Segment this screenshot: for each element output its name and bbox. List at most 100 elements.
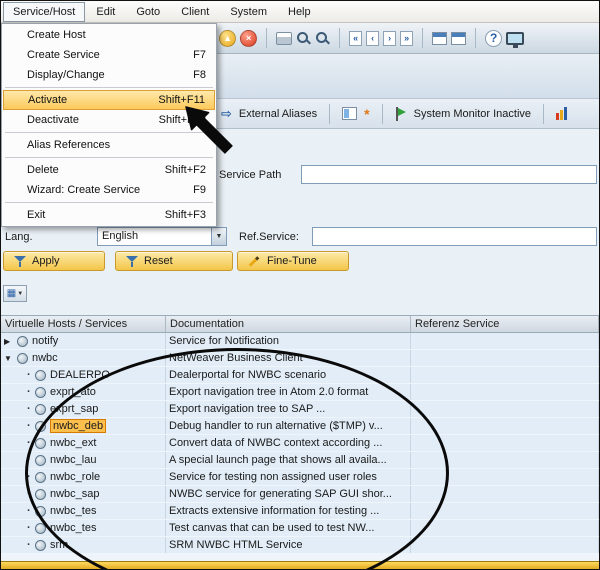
monitor-flag-icon[interactable] <box>395 107 407 121</box>
find-next-icon[interactable] <box>315 31 330 46</box>
print-icon[interactable] <box>276 32 292 45</box>
referenz-service-cell <box>411 418 599 434</box>
menu-item-shortcut: Shift+F11 <box>158 94 205 106</box>
display-board-icon[interactable] <box>342 107 357 120</box>
service-icon <box>17 353 28 364</box>
menu-item-display-change[interactable]: Display/ChangeF8 <box>3 65 215 85</box>
table-row[interactable]: ·DEALERPODealerportal for NWBC scenario <box>1 367 599 384</box>
referenz-service-cell <box>411 350 599 366</box>
menu-item-alias-references[interactable]: Alias References <box>3 135 215 155</box>
menu-item-create-service[interactable]: Create ServiceF7 <box>3 45 215 65</box>
table-row[interactable]: ·nwbc_roleService for testing non assign… <box>1 469 599 486</box>
menu-item-shortcut: Shift+F2 <box>165 164 206 176</box>
window-bottom-strip <box>1 561 599 569</box>
referenz-service-cell <box>411 520 599 536</box>
tree-expanded-icon[interactable]: ▼ <box>4 354 17 363</box>
first-page-icon[interactable]: « <box>349 31 362 46</box>
referenz-service-cell <box>411 537 599 553</box>
service-name[interactable]: nwbc_ext <box>50 437 96 449</box>
column-header-referenz-service[interactable]: Referenz Service <box>411 316 599 332</box>
service-path-input[interactable] <box>301 165 597 184</box>
previous-page-icon[interactable]: ‹ <box>366 31 379 46</box>
service-name[interactable]: srm <box>50 539 68 551</box>
ref-service-label: Ref.Service: <box>239 231 299 243</box>
column-header-documentation[interactable]: Documentation <box>166 316 411 332</box>
tree-collapsed-icon[interactable]: ▶ <box>4 337 17 346</box>
external-aliases-button[interactable]: External Aliases <box>239 108 317 120</box>
menubar-item-goto[interactable]: Goto <box>126 2 170 22</box>
service-doc: Debug handler to run alternative ($TMP) … <box>169 420 383 432</box>
services-table-header: Virtuelle Hosts / Services Documentation… <box>1 315 599 333</box>
service-doc: NWBC service for generating SAP GUI shor… <box>169 488 392 500</box>
service-name[interactable]: nwbc <box>32 352 58 364</box>
service-name[interactable]: exprt_sap <box>50 403 98 415</box>
table-row[interactable]: ·srmSRM NWBC HTML Service <box>1 537 599 554</box>
tree-leaf-dot: · <box>27 420 35 432</box>
table-row[interactable]: · exprt_sap Export navigation tree to SAP … <box>1 401 599 418</box>
table-row[interactable]: · nwbc_deb Debug handler to run alternativ… <box>1 418 599 435</box>
menu-separator <box>5 132 213 133</box>
find-icon[interactable] <box>296 31 311 46</box>
system-monitor-button[interactable]: System Monitor Inactive <box>414 108 531 120</box>
chevron-down-icon: ▼ <box>17 291 23 297</box>
wizard-wand-icon[interactable]: * <box>364 106 369 122</box>
menubar-item-system[interactable]: System <box>220 2 277 22</box>
service-icon <box>35 421 46 432</box>
next-page-icon[interactable]: › <box>383 31 396 46</box>
table-row[interactable]: ·nwbc_sapNWBC service for generating SAP… <box>1 486 599 503</box>
menubar-item-edit[interactable]: Edit <box>86 2 125 22</box>
tree-leaf-dot: · <box>27 386 35 398</box>
cancel-icon[interactable]: × <box>240 30 257 47</box>
menu-item-delete[interactable]: DeleteShift+F2 <box>3 160 215 180</box>
apply-button[interactable]: Apply <box>3 251 105 271</box>
menu-item-exit[interactable]: ExitShift+F3 <box>3 205 215 225</box>
reset-button[interactable]: Reset <box>115 251 233 271</box>
service-name[interactable]: nwbc_tes <box>50 522 96 534</box>
service-name[interactable]: nwbc_role <box>50 471 100 483</box>
exit-icon[interactable]: ▲ <box>219 30 236 47</box>
service-name[interactable]: nwbc_lau <box>50 454 96 466</box>
table-row[interactable]: ·nwbc_lauA special launch page that show… <box>1 452 599 469</box>
referenz-service-cell <box>411 452 599 468</box>
chevron-down-icon[interactable]: ▼ <box>211 228 226 245</box>
language-combo[interactable]: English ▼ <box>97 227 227 246</box>
statistics-icon[interactable] <box>556 107 567 120</box>
customize-layout-icon[interactable] <box>506 32 524 45</box>
table-row[interactable]: ·nwbc_tesTest canvas that can be used to… <box>1 520 599 537</box>
reset-button-label: Reset <box>144 255 173 267</box>
tree-leaf-dot: · <box>27 403 35 415</box>
service-name[interactable]: DEALERPO <box>50 369 110 381</box>
last-page-icon[interactable]: » <box>400 31 413 46</box>
menu-item-activate[interactable]: ActivateShift+F11 <box>3 90 215 110</box>
menubar-item-client[interactable]: Client <box>171 2 219 22</box>
service-name[interactable]: exprt_ato <box>50 386 96 398</box>
menubar-item-service-host[interactable]: Service/Host <box>3 2 85 22</box>
service-icon <box>35 455 46 466</box>
service-name[interactable]: nwbc_sap <box>50 488 100 500</box>
help-icon[interactable]: ? <box>485 30 502 47</box>
menu-item-create-host[interactable]: Create Host <box>3 25 215 45</box>
referenz-service-cell <box>411 469 599 485</box>
service-name[interactable]: nwbc_deb <box>50 419 106 433</box>
table-row[interactable]: ·nwbc_tesExtracts extensive information … <box>1 503 599 520</box>
fine-tune-button[interactable]: Fine-Tune <box>237 251 349 271</box>
service-icon <box>35 540 46 551</box>
table-row[interactable]: ·nwbc_extConvert data of NWBC context ac… <box>1 435 599 452</box>
menu-item-deactivate[interactable]: DeactivateShift+F12 <box>3 110 215 130</box>
column-header-services[interactable]: Virtuelle Hosts / Services <box>1 316 166 332</box>
table-row[interactable]: ▶notifyService for Notification <box>1 333 599 350</box>
menu-item-shortcut: Shift+F3 <box>165 209 206 221</box>
create-shortcut-icon[interactable] <box>451 32 466 45</box>
menu-item-wizard-create-service[interactable]: Wizard: Create ServiceF9 <box>3 180 215 200</box>
service-name[interactable]: notify <box>32 335 58 347</box>
new-session-icon[interactable] <box>432 32 447 45</box>
service-doc: Export navigation tree to SAP ... <box>169 403 325 415</box>
table-row[interactable]: ▼nwbcNetWeaver Business Client <box>1 350 599 367</box>
menubar-item-help[interactable]: Help <box>278 2 321 22</box>
ref-service-input[interactable] <box>312 227 597 246</box>
layout-settings-button[interactable]: ▦ ▼ <box>3 285 27 302</box>
service-name[interactable]: nwbc_tes <box>50 505 96 517</box>
service-doc: Test canvas that can be used to test NW.… <box>169 522 374 534</box>
pencil-icon <box>248 255 261 267</box>
table-row[interactable]: ·exprt_atoExport navigation tree in Atom… <box>1 384 599 401</box>
